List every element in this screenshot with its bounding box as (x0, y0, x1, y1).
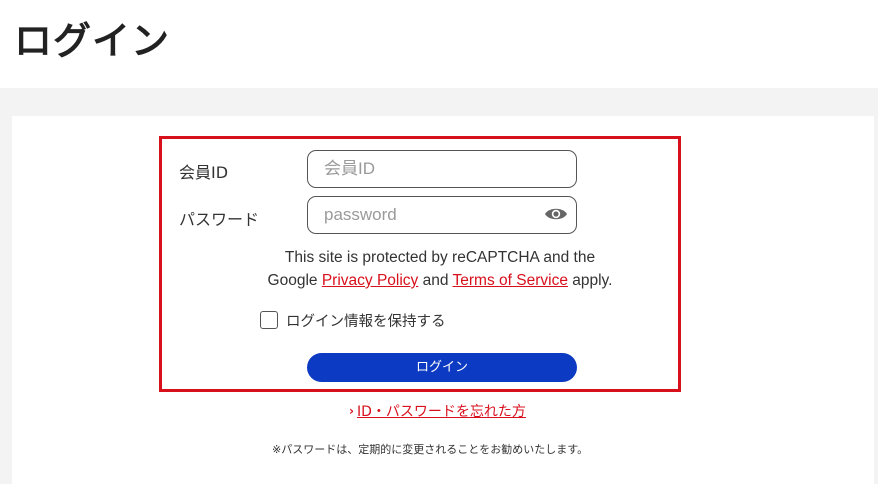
recaptcha-notice-line2: Google Privacy Policy and Terms of Servi… (220, 272, 660, 290)
privacy-policy-link[interactable]: Privacy Policy (322, 272, 418, 289)
password-field[interactable] (307, 196, 577, 234)
remember-login-checkbox[interactable] (260, 311, 278, 329)
recaptcha-notice-line1: This site is protected by reCAPTCHA and … (284, 249, 596, 266)
member-id-input[interactable] (324, 151, 524, 186)
forgot-id-password-label: ID・パスワードを忘れた方 (356, 404, 526, 420)
recaptcha-prefix: Google (267, 272, 318, 289)
password-change-notice: ※パスワードは、定期的に変更されることをお勧めいたします。 (272, 443, 589, 456)
remember-login-option[interactable]: ログイン情報を保持する (260, 309, 446, 331)
member-id-field[interactable] (307, 150, 577, 188)
page-title: ログイン (14, 19, 171, 63)
chevron-right-icon: › (349, 404, 354, 418)
recaptcha-suffix: apply. (572, 272, 613, 289)
forgot-id-password-link[interactable]: › ID・パスワードを忘れた方 (349, 401, 526, 421)
member-id-label: 会員ID (179, 163, 229, 182)
terms-of-service-link[interactable]: Terms of Service (453, 272, 568, 289)
remember-login-label: ログイン情報を保持する (286, 313, 446, 330)
login-button[interactable]: ログイン (307, 353, 577, 382)
recaptcha-and: and (422, 272, 449, 289)
password-label: パスワード (179, 210, 260, 229)
password-input[interactable] (324, 197, 524, 232)
eye-icon[interactable] (544, 205, 568, 223)
